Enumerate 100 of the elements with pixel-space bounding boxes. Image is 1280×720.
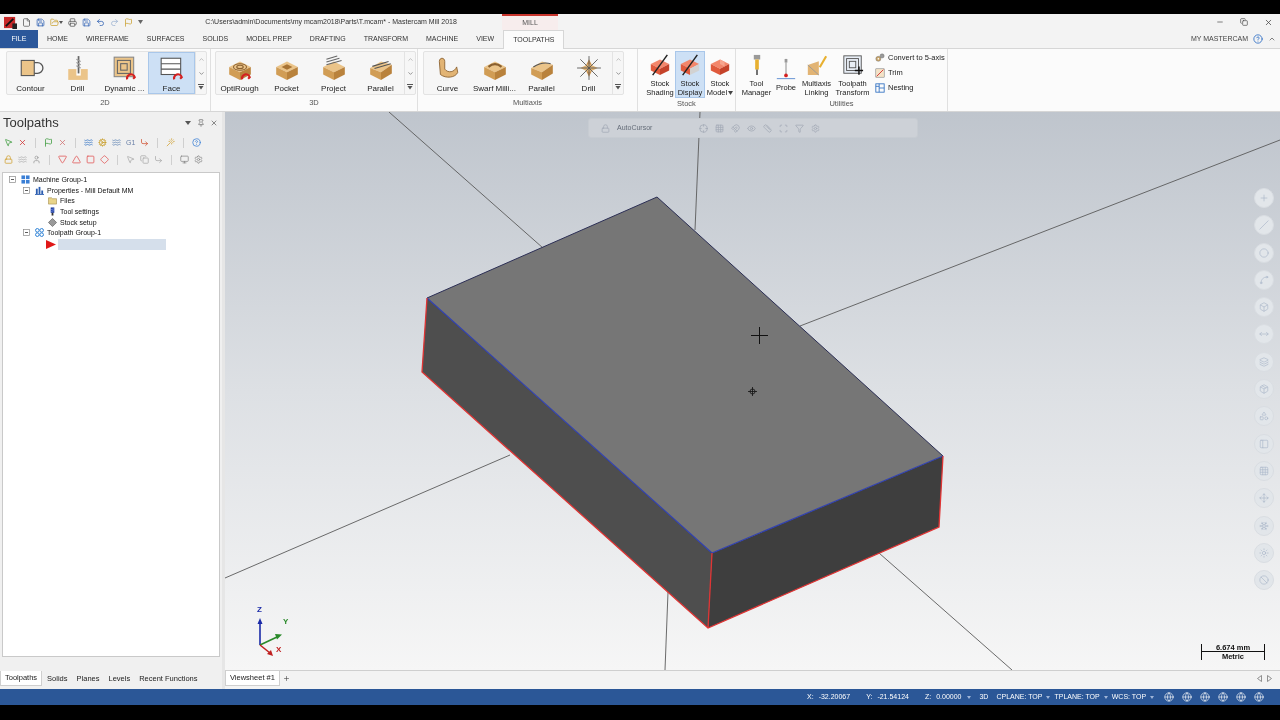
scroll-right-icon[interactable]: [1267, 675, 1272, 682]
scroll-up-icon[interactable]: [614, 55, 622, 63]
scroll-up-icon[interactable]: [197, 55, 205, 63]
wand-icon[interactable]: [166, 138, 176, 147]
collapse-ribbon-icon[interactable]: [1268, 35, 1276, 43]
lock-icon[interactable]: [4, 155, 13, 164]
ribbon-button[interactable]: Pocket: [263, 52, 310, 94]
scroll-down-icon[interactable]: [614, 70, 622, 77]
ribbon-button[interactable]: OptiRough: [216, 52, 263, 94]
view-tool-button[interactable]: [1254, 460, 1274, 481]
help-icon[interactable]: [192, 138, 202, 147]
view-tool-button[interactable]: [1254, 488, 1274, 509]
dropdown-icon[interactable]: [185, 121, 191, 125]
view-tool-button[interactable]: [1254, 515, 1274, 536]
view-tool-button[interactable]: [1254, 570, 1274, 591]
dropdown-caret-icon[interactable]: [1103, 695, 1108, 699]
corner-arrow-icon[interactable]: [140, 138, 150, 147]
view-tool-button[interactable]: [1254, 433, 1274, 454]
pin-icon[interactable]: [197, 119, 205, 127]
ribbon-button[interactable]: Dynamic ...: [101, 52, 148, 94]
scroll-left-icon[interactable]: [1257, 675, 1262, 682]
gear-icon[interactable]: [811, 123, 821, 133]
customize-caret-icon[interactable]: [138, 20, 143, 24]
view-tool-button[interactable]: [1254, 297, 1274, 318]
new-file-icon[interactable]: [22, 17, 31, 27]
x-mark-icon[interactable]: [58, 138, 67, 147]
ribbon-button[interactable]: Parallel: [357, 52, 404, 94]
ribbon-button[interactable]: Drill: [565, 52, 612, 94]
dropdown-caret-icon[interactable]: [967, 695, 972, 699]
square-icon[interactable]: [86, 155, 95, 164]
close-icon[interactable]: [210, 119, 218, 127]
dropdown-caret-icon[interactable]: [1150, 695, 1155, 699]
view-tool-button[interactable]: [1254, 188, 1274, 208]
lock-icon[interactable]: [601, 123, 610, 133]
triangle-up-icon[interactable]: [72, 155, 81, 164]
triangle-down-icon[interactable]: [58, 155, 67, 164]
solid-block[interactable]: [421, 196, 944, 629]
view-tool-button[interactable]: [1254, 215, 1274, 236]
monitor-icon[interactable]: [180, 155, 189, 164]
gear-icon[interactable]: [98, 138, 107, 147]
save-icon[interactable]: [36, 17, 45, 27]
ribbon-button[interactable]: Parallel: [518, 52, 565, 94]
globe-icon[interactable]: [1164, 692, 1175, 702]
more-icon[interactable]: [198, 84, 204, 91]
collapse-icon[interactable]: [23, 229, 30, 237]
view-tool-button[interactable]: [1254, 351, 1274, 372]
person-icon[interactable]: [32, 155, 41, 164]
ribbon-button[interactable]: Curve: [424, 52, 471, 94]
corner-arrow-icon[interactable]: [154, 155, 163, 164]
filter-icon[interactable]: [795, 123, 805, 133]
print-icon[interactable]: [68, 17, 77, 27]
spiked-hub-icon: [575, 55, 602, 81]
more-icon[interactable]: [615, 84, 621, 91]
view-tool-button[interactable]: [1254, 324, 1274, 345]
gear-icon[interactable]: [194, 155, 203, 164]
scroll-down-icon[interactable]: [197, 70, 205, 77]
ribbon-button[interactable]: Face: [148, 52, 195, 94]
view-tool-button[interactable]: [1254, 406, 1274, 427]
view-tool-button[interactable]: [1254, 542, 1274, 563]
globe-icon[interactable]: [1200, 692, 1211, 702]
diamond-icon[interactable]: [100, 155, 109, 164]
globe-icon[interactable]: [1254, 692, 1265, 702]
save-as-icon[interactable]: [82, 17, 91, 27]
scan-icon[interactable]: [779, 123, 789, 133]
axis-label: X: [276, 646, 282, 654]
view-tool-button[interactable]: [1254, 242, 1274, 263]
scroll-up-icon[interactable]: [406, 55, 414, 63]
undo-icon[interactable]: [96, 17, 105, 27]
more-icon[interactable]: [407, 84, 413, 91]
view-tool-button[interactable]: [1254, 269, 1274, 290]
app-logo-icon[interactable]: [4, 15, 17, 29]
ruler-icon[interactable]: [763, 123, 773, 133]
ribbon-button[interactable]: Contour: [7, 52, 54, 94]
scroll-down-icon[interactable]: [406, 70, 414, 77]
grid-icon[interactable]: [715, 123, 725, 133]
caret-icon[interactable]: [59, 20, 63, 24]
waves-icon[interactable]: [84, 138, 93, 147]
x-mark-icon[interactable]: [18, 138, 27, 147]
view-tool-button[interactable]: [1254, 379, 1274, 400]
collapse-icon[interactable]: [9, 175, 16, 183]
crosshair-icon[interactable]: [699, 123, 709, 133]
flag-icon[interactable]: [124, 17, 133, 27]
dropdown-caret-icon[interactable]: [1046, 695, 1051, 699]
globe-icon[interactable]: [1218, 692, 1229, 702]
waves-icon[interactable]: [112, 138, 121, 147]
ribbon-button[interactable]: Swarf Milli...: [471, 52, 518, 94]
globe-icon[interactable]: [1236, 692, 1247, 702]
copy-icon[interactable]: [140, 155, 149, 164]
flag-icon[interactable]: [44, 138, 53, 147]
ribbon-button[interactable]: Drill: [54, 52, 101, 94]
cursor-icon[interactable]: [126, 155, 135, 164]
pointer-icon[interactable]: [4, 138, 13, 147]
eye-icon[interactable]: [747, 123, 757, 133]
magnet-icon[interactable]: [731, 123, 741, 133]
collapse-icon[interactable]: [23, 186, 30, 194]
ribbon-button[interactable]: Project: [310, 52, 357, 94]
help-icon[interactable]: [1253, 34, 1263, 44]
redo-icon[interactable]: [110, 17, 119, 27]
globe-icon[interactable]: [1182, 692, 1193, 702]
waves-icon[interactable]: [18, 155, 27, 164]
